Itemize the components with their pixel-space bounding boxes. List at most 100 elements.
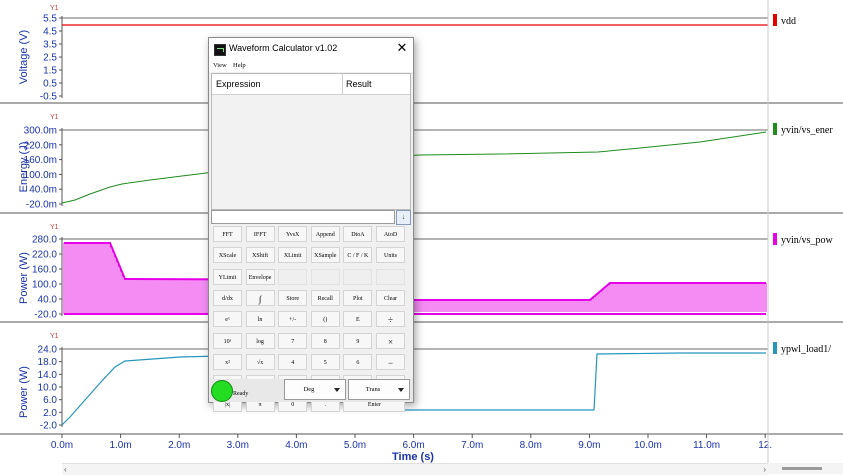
key-blank-button <box>310 268 340 285</box>
x-tick-label: 3.0m <box>227 440 249 451</box>
x-tick-label: 5.0m <box>344 440 366 451</box>
insert-expression-icon[interactable]: ↓ <box>396 210 411 225</box>
x-tick-label: 4.0m <box>285 440 307 451</box>
y-tick-label: 1.5 <box>43 66 57 77</box>
y-tick-label: 2.5 <box>43 53 57 64</box>
calculator-title: Waveform Calculator v1.02 <box>229 43 338 53</box>
menu-view[interactable]: View <box>213 62 227 69</box>
key-c-f-k-button[interactable]: C / F / K <box>343 247 373 264</box>
chevron-down-icon <box>334 388 340 392</box>
key-10-button[interactable]: 10ˣ <box>213 332 242 349</box>
calculator-titlebar[interactable]: Waveform Calculator v1.02 ✕ <box>209 38 413 60</box>
expression-column-header[interactable]: Expression <box>216 79 261 89</box>
expression-list[interactable]: Expression Result <box>211 73 411 210</box>
x-tick-label: 8.0m <box>520 440 542 451</box>
waveform-calculator-dialog[interactable]: Waveform Calculator v1.02 ✕ View Help Ex… <box>208 37 414 413</box>
trace-load-power <box>61 352 766 426</box>
legend-entry[interactable]: vdd <box>781 16 796 27</box>
key-blank-button <box>343 268 373 285</box>
y1-axis-tag: Y1 <box>50 5 59 12</box>
waveform-app-icon <box>214 44 226 56</box>
key-log-button[interactable]: log <box>245 332 275 349</box>
key-symbol-button[interactable]: − <box>376 353 405 370</box>
angle-mode-dropdown[interactable]: Deg <box>284 379 346 400</box>
key-xlimit-button[interactable]: XLimit <box>278 247 308 264</box>
key-e-button[interactable]: E <box>343 311 373 328</box>
key-ln-button[interactable]: ln <box>245 311 275 328</box>
key-xscale-button[interactable]: XScale <box>213 247 242 264</box>
close-icon[interactable]: ✕ <box>394 40 410 56</box>
key-clear-button[interactable]: Clear <box>376 289 405 306</box>
y-tick-label: 18.0 <box>38 357 58 368</box>
key-symbol-button[interactable]: ÷ <box>376 311 405 328</box>
x-tick-label: 7.0m <box>461 440 483 451</box>
key-symbol-button[interactable]: () <box>310 311 340 328</box>
result-column-header[interactable]: Result <box>346 79 372 89</box>
key-store-button[interactable]: Store <box>278 289 308 306</box>
y-tick-label: 3.5 <box>43 40 57 51</box>
key-envelope-button[interactable]: Envelope <box>245 268 275 285</box>
key-symbol-button[interactable]: × <box>376 332 405 349</box>
scrollbar-thumb[interactable] <box>782 467 822 470</box>
key-4-button[interactable]: 4 <box>278 353 308 370</box>
y-axis-label: Power (W) <box>18 366 30 418</box>
y1-axis-tag: Y1 <box>50 114 59 121</box>
horizontal-scrollbar[interactable]: ‹ › <box>62 463 768 475</box>
key-fft-button[interactable]: FFT <box>213 226 242 242</box>
key-yvsx-button[interactable]: YvsX <box>278 226 308 242</box>
key-symbol-button[interactable]: +/- <box>278 311 308 328</box>
legend-swatch <box>773 233 777 245</box>
analysis-mode-dropdown[interactable]: Trans <box>348 379 410 400</box>
legend-entry[interactable]: yvin/vs_ener <box>781 125 833 136</box>
analysis-mode-value: Trans <box>365 386 381 393</box>
y1-axis-tag: Y1 <box>50 224 59 231</box>
key-x-button[interactable]: √x <box>245 353 275 370</box>
expression-list-header: Expression Result <box>212 74 410 95</box>
y-tick-label: 4.5 <box>43 27 57 38</box>
key-xsample-button[interactable]: XSample <box>310 247 340 264</box>
legend-scrollbar[interactable] <box>768 463 843 474</box>
key-xshift-button[interactable]: XShift <box>245 247 275 264</box>
scroll-right-icon[interactable]: › <box>763 465 766 474</box>
key-atod-button[interactable]: AtoD <box>376 226 405 242</box>
x-tick-label: 6.0m <box>402 440 424 451</box>
key-append-button[interactable]: Append <box>310 226 340 242</box>
key-5-button[interactable]: 5 <box>310 353 340 370</box>
x-tick-label: 9.0m <box>578 440 600 451</box>
y-tick-label: -2.0 <box>40 421 58 432</box>
legend-entry[interactable]: yvin/vs_pow <box>781 235 833 246</box>
x-tick-label: 12. <box>758 440 772 451</box>
key-ifft-button[interactable]: IFFT <box>245 226 275 242</box>
key-dtoa-button[interactable]: DtoA <box>343 226 373 242</box>
y-tick-label: 10.0 <box>38 383 58 394</box>
key-plot-button[interactable]: Plot <box>343 289 373 306</box>
key-symbol-button[interactable]: ∫ <box>245 289 275 306</box>
y-axis-label: Power (W) <box>18 252 30 304</box>
key-7-button[interactable]: 7 <box>278 332 308 349</box>
y-tick-label: 100.0m <box>24 170 57 181</box>
key-x-button[interactable]: x² <box>213 353 242 370</box>
key-units-button[interactable]: Units <box>376 247 405 264</box>
y-tick-label: 40.0m <box>29 185 57 196</box>
y-tick-label: 160.0m <box>24 155 57 166</box>
x-tick-label: 11.0m <box>693 440 720 451</box>
menu-help[interactable]: Help <box>233 62 246 69</box>
angle-mode-value: Deg <box>303 386 315 393</box>
y-tick-label: 40.0 <box>38 295 58 306</box>
key-recall-button[interactable]: Recall <box>310 289 340 306</box>
y-tick-label: 100.0 <box>32 280 57 291</box>
expression-input[interactable] <box>211 210 395 224</box>
y-tick-label: 5.5 <box>43 14 57 25</box>
scroll-left-icon[interactable]: ‹ <box>64 465 67 474</box>
key-e-button[interactable]: eˣ <box>213 311 242 328</box>
key-ylimit-button[interactable]: YLimit <box>213 268 242 285</box>
key-d-dx-button[interactable]: d/dx <box>213 289 242 306</box>
waveform-plot-area[interactable]: Y1 Voltage (V) 5.5 4.5 3.5 2.5 1.5 0.5 -0.5 vdd Y1… <box>0 0 843 474</box>
y-tick-label: 300.0m <box>24 126 57 137</box>
key-6-button[interactable]: 6 <box>343 353 373 370</box>
chevron-down-icon <box>398 388 404 392</box>
key-9-button[interactable]: 9 <box>343 332 373 349</box>
x-tick-label: 2.0m <box>168 440 190 451</box>
key-8-button[interactable]: 8 <box>310 332 340 349</box>
legend-entry[interactable]: ypwl_load1/ <box>781 344 831 355</box>
